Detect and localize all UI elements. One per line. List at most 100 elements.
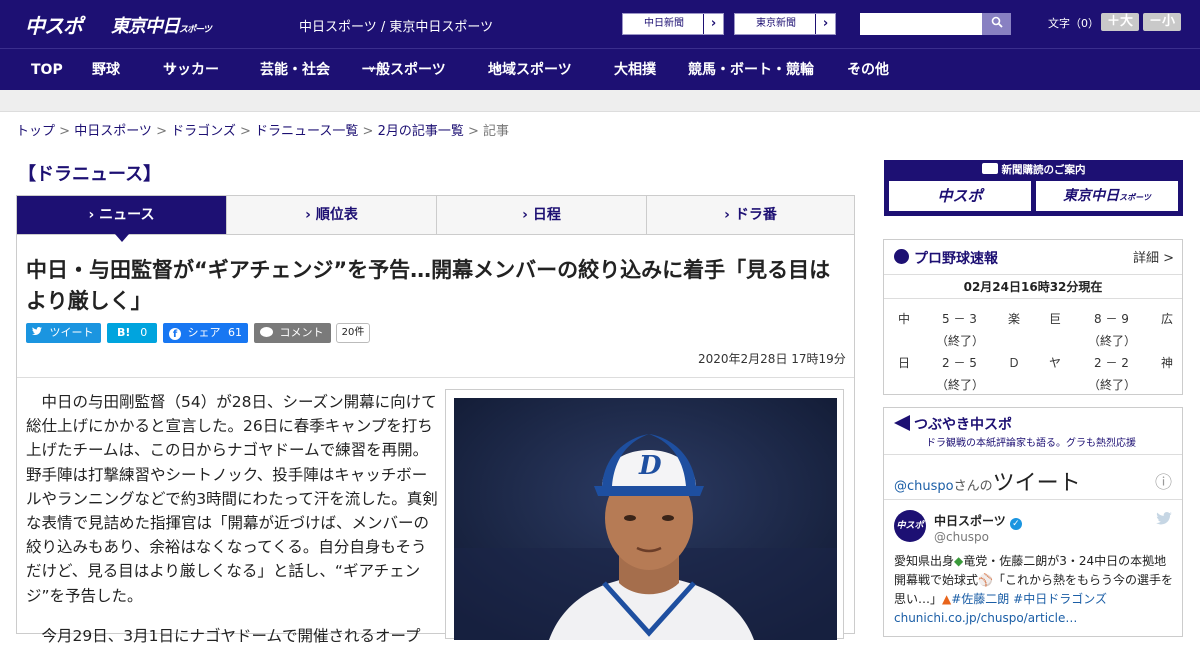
subscribe-banner[interactable]: 新聞購読のご案内 中スポ 東京中日スポーツ bbox=[884, 160, 1183, 216]
baseball-scores-widget: プロ野球速報 詳細 > 02月24日16時32分現在 中 5 － 3 楽 （終了… bbox=[883, 239, 1183, 395]
tab-draban[interactable]: › ドラ番 bbox=[647, 196, 854, 234]
game-score[interactable]: 2 － 2 bbox=[1094, 354, 1129, 371]
breadcrumb-sep: > bbox=[358, 124, 378, 139]
chevron-down-icon: ∨ bbox=[368, 64, 376, 75]
tab-label: 順位表 bbox=[315, 207, 358, 223]
dragon-emoji-icon: ◆ bbox=[954, 554, 964, 568]
tweet-account-name[interactable]: 中日スポーツ ✓ bbox=[934, 512, 1022, 530]
baseball-icon bbox=[894, 249, 909, 264]
tab-news[interactable]: › ニュース bbox=[17, 196, 227, 242]
svg-text:D: D bbox=[638, 451, 662, 481]
baseball-emoji-icon: ⚾ bbox=[978, 573, 993, 587]
game-away: 楽 bbox=[1008, 312, 1021, 326]
breadcrumb-sep: > bbox=[235, 124, 256, 139]
search-icon bbox=[991, 16, 1003, 28]
tokyo-chunichi-logo[interactable]: 東京中日スポーツ bbox=[111, 12, 212, 38]
verified-badge-icon: ✓ bbox=[1009, 518, 1022, 530]
font-smaller-button[interactable]: －小 bbox=[1143, 13, 1181, 31]
tweet-label: ツイート bbox=[49, 326, 94, 339]
subscribe-tokyo-button[interactable]: 東京中日スポーツ bbox=[1036, 181, 1178, 211]
game-score[interactable]: 5 － 3 bbox=[942, 310, 977, 327]
manager-photo: D bbox=[454, 398, 837, 640]
game-away: Ｄ bbox=[1008, 356, 1021, 370]
search-button[interactable] bbox=[982, 13, 1011, 35]
chuspo-logo[interactable]: 中スポ bbox=[25, 10, 83, 38]
info-icon[interactable]: ⓘ bbox=[1155, 468, 1172, 493]
hatena-button[interactable]: B! 0 bbox=[107, 323, 157, 343]
main-nav: TOP 野球 ∨ サッカー ∨ 芸能・社会 一般スポーツ ∨ 地域スポーツ ∨ 大相撲 … bbox=[0, 48, 1200, 90]
twitter-bird-icon[interactable] bbox=[1156, 512, 1172, 526]
breadcrumb-current: 記事 bbox=[483, 124, 510, 139]
avatar[interactable]: 中スポ bbox=[894, 510, 926, 542]
facebook-share-button[interactable]: f シェア 61 bbox=[163, 323, 248, 343]
twitter-widget-title: つぶやき中スポ bbox=[914, 417, 1012, 433]
tab-standings[interactable]: › 順位表 bbox=[227, 196, 437, 234]
chevron-down-icon: ∨ bbox=[494, 64, 502, 75]
top-header: 中スポ 東京中日スポーツ 中日スポーツ / 東京中日スポーツ 中日新聞 › 東京… bbox=[0, 0, 1200, 48]
nav-label: 野球 bbox=[92, 62, 120, 78]
breadcrumb: トップ > 中日スポーツ > ドラゴンズ > ドラニュース一覧 > 2月の記事一… bbox=[16, 120, 509, 139]
game-home: 日 bbox=[898, 356, 911, 370]
chunichi-shimbun-button[interactable]: 中日新聞 › bbox=[622, 13, 724, 35]
hatena-count: 0 bbox=[140, 326, 148, 339]
subscribe-chuspo-button[interactable]: 中スポ bbox=[889, 181, 1031, 211]
tweet-button[interactable]: ツイート bbox=[26, 323, 101, 343]
tokyo-shimbun-button[interactable]: 東京新聞 › bbox=[734, 13, 836, 35]
scores-header: プロ野球速報 詳細 > bbox=[884, 240, 1182, 275]
timeline-handle-link[interactable]: @chuspo bbox=[894, 479, 954, 494]
nav-label: 芸能・社会 bbox=[260, 62, 330, 78]
twitter-widget-subtitle: ドラ観戦の本紙評論家も語る。グラも熱烈応援 bbox=[926, 438, 1136, 449]
scores-datetime: 02月24日16時32分現在 bbox=[884, 275, 1182, 299]
subscribe-tokyo-label: 東京中日 bbox=[1063, 188, 1120, 204]
chevron-right-icon: › bbox=[703, 14, 723, 34]
breadcrumb-chuspo[interactable]: 中日スポーツ bbox=[74, 124, 152, 139]
account-name-text: 中日スポーツ bbox=[934, 514, 1006, 528]
hashtag-link[interactable]: #佐藤二朗 bbox=[951, 592, 1009, 606]
breadcrumb-dranews[interactable]: ドラニュース一覧 bbox=[255, 124, 358, 139]
game-score[interactable]: 2 － 5 bbox=[942, 354, 977, 371]
game-home: 巨 bbox=[1049, 312, 1062, 326]
hatena-icon: B! bbox=[117, 326, 131, 339]
tokyo-logo-text: 東京中日 bbox=[111, 16, 180, 37]
article-photo[interactable]: D bbox=[445, 389, 844, 640]
breadcrumb-top[interactable]: トップ bbox=[16, 124, 55, 139]
chevron-down-icon: ∨ bbox=[169, 64, 177, 75]
section-title: 【ドラニュース】 bbox=[18, 164, 162, 185]
game-home: 中 bbox=[898, 312, 911, 326]
comment-count-badge[interactable]: 20件 bbox=[336, 323, 370, 343]
twitter-bird-icon bbox=[32, 327, 42, 335]
tweet-text: 愛知県出身◆竜党・佐藤二朗が3・24中日の本拠地開幕戦で始球式⚾「これから熱をも… bbox=[894, 552, 1176, 628]
font-larger-button[interactable]: ＋大 bbox=[1101, 13, 1139, 31]
font-size-label: 文字（0） bbox=[1048, 17, 1099, 30]
twitter-widget: つぶやき中スポ ドラ観戦の本紙評論家も語る。グラも熱烈応援 @chuspoさんの… bbox=[883, 407, 1183, 637]
facebook-share-count: 61 bbox=[228, 326, 242, 339]
game-status: （終了） bbox=[936, 334, 985, 348]
subscribe-title: 新聞購読のご案内 bbox=[884, 162, 1183, 177]
hashtag-link[interactable]: #中日ドラゴンズ bbox=[1013, 592, 1107, 606]
tab-label: 日程 bbox=[532, 207, 561, 223]
article-paragraph: 中日の与田剛監督（54）が28日、シーズン開幕に向けて総仕上げにかかると宣言した… bbox=[26, 393, 438, 605]
comment-label: コメント bbox=[279, 326, 324, 339]
site-links[interactable]: 中日スポーツ / 東京中日スポーツ bbox=[299, 16, 493, 35]
nav-label: TOP bbox=[31, 62, 63, 78]
comment-button[interactable]: コメント bbox=[254, 323, 331, 343]
game-score[interactable]: 8 － 9 bbox=[1094, 310, 1129, 327]
tab-schedule[interactable]: › 日程 bbox=[437, 196, 647, 234]
breadcrumb-sep: > bbox=[55, 124, 75, 139]
fire-emoji-icon: ▲ bbox=[942, 592, 952, 606]
game-status: （終了） bbox=[936, 378, 985, 392]
breadcrumb-month[interactable]: 2月の記事一覧 bbox=[378, 124, 464, 139]
divider bbox=[17, 377, 854, 378]
scores-detail-link[interactable]: 詳細 > bbox=[1133, 247, 1174, 266]
tab-label: ドラ番 bbox=[734, 207, 777, 223]
facebook-share-label: シェア bbox=[187, 326, 221, 339]
timeline-heading: @chuspoさんのツイート bbox=[894, 465, 1081, 497]
ad-strip bbox=[0, 90, 1200, 112]
tweet-account-handle[interactable]: @chuspo bbox=[934, 530, 989, 544]
game-status: （終了） bbox=[1088, 334, 1137, 348]
breadcrumb-dragons[interactable]: ドラゴンズ bbox=[171, 124, 236, 139]
subscribe-tokyo-small: スポーツ bbox=[1119, 193, 1151, 202]
search-input[interactable] bbox=[860, 13, 982, 35]
tweet-url-link[interactable]: chunichi.co.jp/chuspo/article… bbox=[894, 611, 1077, 625]
twitter-widget-header: つぶやき中スポ ドラ観戦の本紙評論家も語る。グラも熱烈応援 bbox=[884, 408, 1182, 455]
